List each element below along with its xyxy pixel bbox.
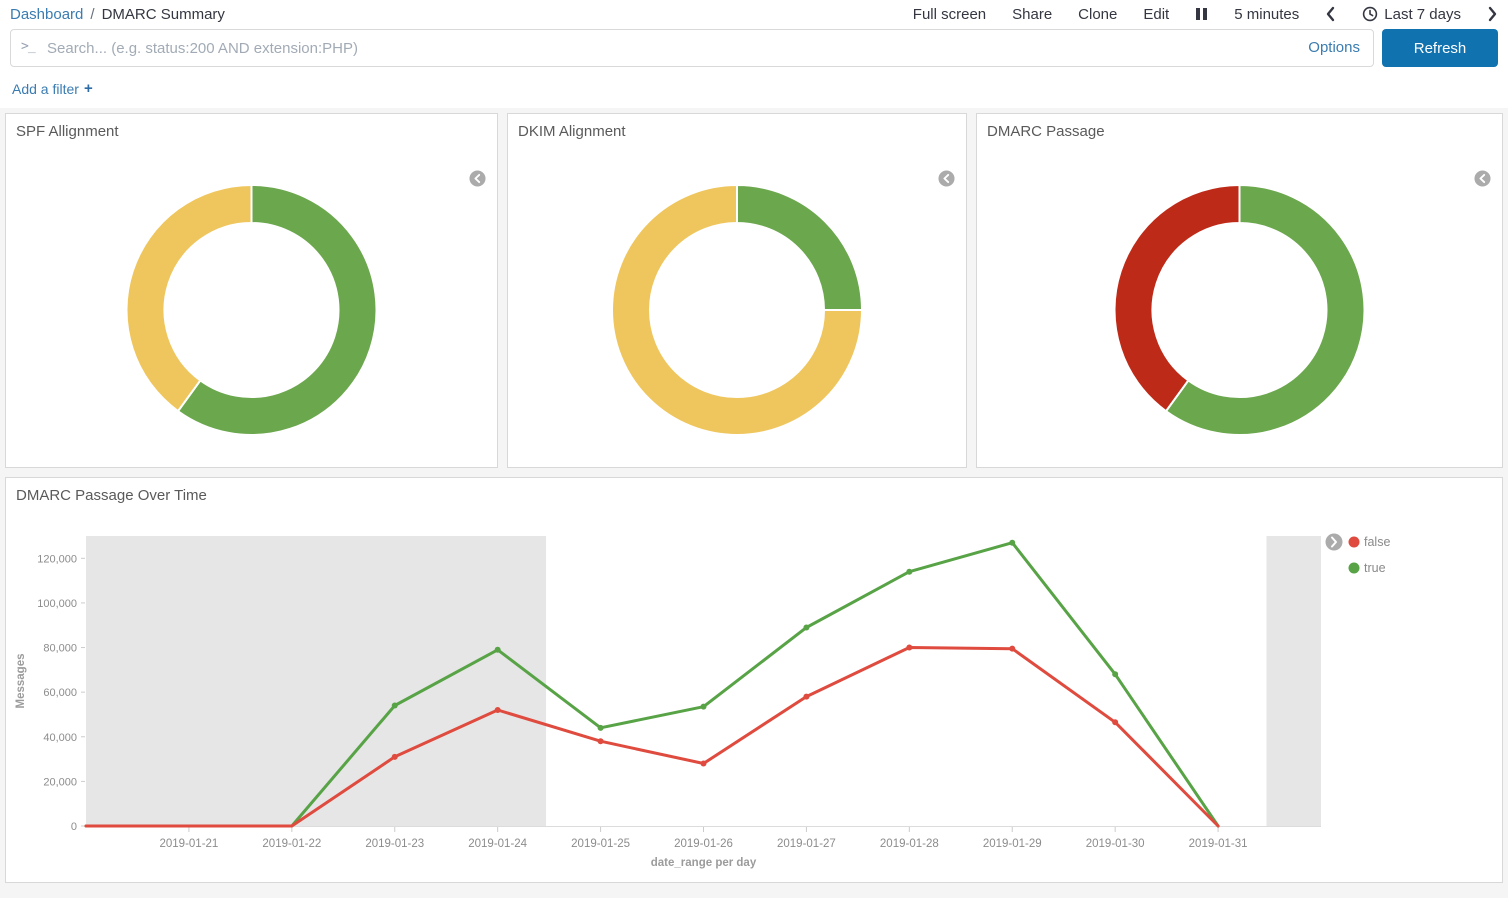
data-point-true xyxy=(803,624,809,630)
menu-clone[interactable]: Clone xyxy=(1078,6,1117,23)
collapse-legend-icon[interactable] xyxy=(1474,170,1491,187)
legend-label: true xyxy=(1364,561,1386,575)
breadcrumb-dashboard-link[interactable]: Dashboard xyxy=(10,6,83,23)
data-point-false xyxy=(803,694,809,700)
panel-dkim-alignment: DKIM Alignment xyxy=(507,113,967,468)
refresh-button[interactable]: Refresh xyxy=(1382,29,1498,67)
x-tick-label: 2019-01-31 xyxy=(1189,838,1248,850)
data-point-true xyxy=(495,647,501,653)
collapse-legend-icon[interactable] xyxy=(469,170,486,187)
y-tick-label: 20,000 xyxy=(43,776,77,788)
expand-legend-icon[interactable] xyxy=(1326,534,1343,551)
panel-title: SPF Allignment xyxy=(6,114,497,149)
dkim-alignment-donut-chart xyxy=(508,114,966,467)
breadcrumb-separator: / xyxy=(90,6,94,23)
data-point-true xyxy=(598,725,604,731)
donut-slice-1[interactable] xyxy=(126,185,251,411)
legend-swatch xyxy=(1349,563,1360,574)
clock-icon xyxy=(1362,6,1378,22)
menu-full-screen[interactable]: Full screen xyxy=(913,6,986,23)
kibana-dashboard-app: Dashboard / DMARC Summary Full screen Sh… xyxy=(0,0,1508,898)
donut-slice-1[interactable] xyxy=(1114,185,1239,411)
dashboard-grid: SPF Allignment DKIM Alignment DMARC Pass… xyxy=(0,108,1508,898)
x-tick-label: 2019-01-30 xyxy=(1086,838,1145,850)
data-point-false xyxy=(392,754,398,760)
page-title: DMARC Summary xyxy=(102,6,225,23)
spf-alignment-donut-chart xyxy=(6,114,497,467)
y-tick-label: 120,000 xyxy=(37,553,77,565)
x-tick-label: 2019-01-24 xyxy=(468,838,527,850)
pause-refresh-button[interactable] xyxy=(1195,7,1208,21)
x-axis-title: date_range per day xyxy=(651,857,757,869)
legend-item-false[interactable]: false xyxy=(1349,535,1391,549)
refresh-interval-label[interactable]: 5 minutes xyxy=(1234,6,1299,23)
donut-slice-0[interactable] xyxy=(737,185,862,310)
search-box: >_ Options xyxy=(10,29,1374,67)
time-range-label: Last 7 days xyxy=(1384,6,1461,23)
dmarc-passage-donut-chart xyxy=(977,114,1502,467)
collapse-legend-icon[interactable] xyxy=(938,170,955,187)
y-axis-title: Messages xyxy=(15,654,27,709)
x-tick-label: 2019-01-22 xyxy=(262,838,321,850)
legend-swatch xyxy=(1349,537,1360,548)
data-point-false xyxy=(1112,719,1118,725)
panel-dmarc-passage-over-time: DMARC Passage Over Time 0 20,000 40,000 60,… xyxy=(5,477,1503,883)
data-point-false xyxy=(701,761,707,767)
data-point-false xyxy=(906,645,912,651)
panel-title: DMARC Passage xyxy=(977,114,1502,149)
add-filter-label: Add a filter xyxy=(12,81,79,97)
bottom-panel-row: DMARC Passage Over Time 0 20,000 40,000 60,… xyxy=(5,477,1503,883)
chevron-right-icon xyxy=(1487,6,1498,22)
data-point-false xyxy=(495,707,501,713)
panel-spf-alignment: SPF Allignment xyxy=(5,113,498,468)
breadcrumb: Dashboard / DMARC Summary xyxy=(10,6,225,23)
legend-item-true[interactable]: true xyxy=(1349,561,1386,575)
data-point-true xyxy=(1009,540,1015,546)
chevron-left-icon xyxy=(1325,6,1336,22)
top-menu: Full screen Share Clone Edit 5 minutes xyxy=(913,6,1498,23)
data-point-true xyxy=(701,704,707,710)
x-tick-label: 2019-01-21 xyxy=(160,838,219,850)
data-point-true xyxy=(1112,671,1118,677)
time-back-button[interactable] xyxy=(1325,6,1336,22)
top-panel-row: SPF Allignment DKIM Alignment DMARC Pass… xyxy=(5,113,1503,468)
y-tick-label: 60,000 xyxy=(43,687,77,699)
y-tick-label: 40,000 xyxy=(43,732,77,744)
top-bar: Dashboard / DMARC Summary Full screen Sh… xyxy=(0,0,1508,26)
dmarc-passage-over-time-line-chart: 0 20,000 40,000 60,000 80,000 100,000 120,000 2… xyxy=(6,478,1502,882)
y-tick-label: 100,000 xyxy=(37,598,77,610)
x-tick-label: 2019-01-28 xyxy=(880,838,939,850)
data-point-true xyxy=(906,569,912,575)
time-range-shaded-band-1 xyxy=(1266,536,1321,826)
y-tick-label: 80,000 xyxy=(43,643,77,655)
filter-bar: Add a filter + xyxy=(0,67,1508,108)
data-point-false xyxy=(1009,646,1015,652)
time-forward-button[interactable] xyxy=(1487,6,1498,22)
time-range-picker[interactable]: Last 7 days xyxy=(1362,6,1461,23)
pause-icon xyxy=(1195,7,1208,21)
x-tick-label: 2019-01-27 xyxy=(777,838,836,850)
search-input[interactable] xyxy=(10,29,1374,67)
x-tick-label: 2019-01-25 xyxy=(571,838,630,850)
add-filter-button[interactable]: Add a filter + xyxy=(12,80,93,97)
menu-edit[interactable]: Edit xyxy=(1143,6,1169,23)
panel-title: DMARC Passage Over Time xyxy=(6,478,1502,513)
search-row: >_ Options Refresh xyxy=(0,26,1508,67)
x-tick-label: 2019-01-23 xyxy=(365,838,424,850)
panel-dmarc-passage: DMARC Passage xyxy=(976,113,1503,468)
time-range-shaded-band-0 xyxy=(86,536,546,826)
plus-icon: + xyxy=(84,80,93,97)
legend-label: false xyxy=(1364,535,1390,549)
query-prompt-icon: >_ xyxy=(21,39,35,54)
search-options-link[interactable]: Options xyxy=(1308,39,1360,56)
y-tick-label: 0 xyxy=(71,821,77,833)
menu-share[interactable]: Share xyxy=(1012,6,1052,23)
data-point-false xyxy=(598,738,604,744)
panel-title: DKIM Alignment xyxy=(508,114,966,149)
x-tick-label: 2019-01-29 xyxy=(983,838,1042,850)
data-point-true xyxy=(392,703,398,709)
x-tick-label: 2019-01-26 xyxy=(674,838,733,850)
